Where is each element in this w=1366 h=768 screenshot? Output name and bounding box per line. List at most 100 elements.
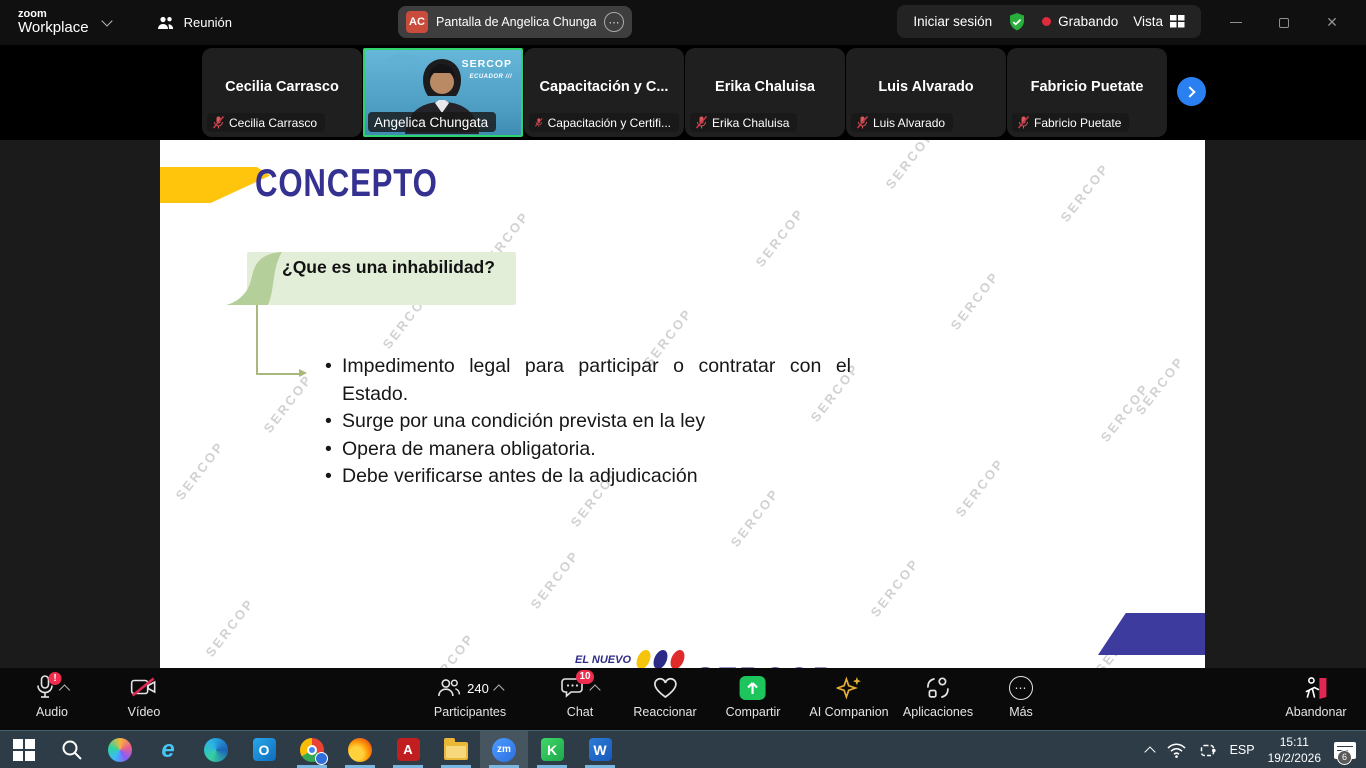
tile-label: Capacitación y Certifi... <box>529 113 679 132</box>
watermark: SERCOP <box>948 268 1003 332</box>
recording-dot-icon <box>1042 17 1051 26</box>
chat-unread-badge: 10 <box>576 670 594 684</box>
video-tile-erika[interactable]: Erika Chaluisa Erika Chaluisa <box>685 48 845 137</box>
tile-label-text: Cecilia Carrasco <box>229 116 317 130</box>
action-center-icon: 6 <box>1334 742 1356 759</box>
taskbar-search[interactable] <box>48 731 96 768</box>
word-icon: W <box>589 738 612 761</box>
video-button[interactable]: Vídeo <box>128 675 161 719</box>
tile-name: Fabricio Puetate <box>1007 79 1167 95</box>
stripe-yellow <box>634 650 653 668</box>
tile-label: Erika Chaluisa <box>690 113 797 132</box>
video-strip: Cecilia Carrasco Cecilia Carrasco SERCOP… <box>0 45 1366 140</box>
camera-indicator-icon[interactable] <box>1199 743 1217 758</box>
notification-count-badge: 6 <box>1337 750 1352 765</box>
audio-button[interactable]: ! Audio <box>36 675 69 719</box>
taskbar-zoom[interactable]: zm <box>480 731 528 768</box>
start-button[interactable] <box>0 731 48 768</box>
taskbar-word[interactable]: W <box>576 731 624 768</box>
footer-brand: SERCOP <box>695 661 835 668</box>
taskbar-file-explorer[interactable] <box>432 731 480 768</box>
audio-options-chevron-icon[interactable] <box>59 684 70 695</box>
ai-companion-button[interactable]: AI Companion <box>809 675 888 719</box>
tile-label: Cecilia Carrasco <box>207 113 325 132</box>
participants-icon <box>437 678 461 698</box>
chat-chevron-icon[interactable] <box>589 684 600 695</box>
chevron-down-icon[interactable] <box>101 15 112 26</box>
heart-icon <box>653 677 677 699</box>
footer-tagline: EL NUEVO <box>575 654 631 666</box>
watermark: SERCOP <box>728 485 783 549</box>
mic-muted-icon <box>213 116 224 129</box>
close-button[interactable]: ✕ <box>1308 0 1356 45</box>
more-options-icon[interactable]: ⋯ <box>604 12 624 32</box>
wifi-icon[interactable] <box>1167 743 1186 758</box>
sercop-footer-logo: EL NUEVO SERCOP <box>575 650 895 668</box>
windows-taskbar: e O A zm K W ESP <box>0 730 1366 768</box>
share-screen-icon <box>740 676 766 700</box>
video-tile-luis[interactable]: Luis Alvarado Luis Alvarado <box>846 48 1006 137</box>
recording-label: Grabando <box>1058 14 1118 29</box>
video-tile-capacitacion[interactable]: Capacitación y C... Capacitación y Certi… <box>524 48 684 137</box>
search-icon <box>61 739 83 761</box>
share-button[interactable]: Compartir <box>726 675 781 719</box>
taskbar-edge[interactable] <box>192 731 240 768</box>
video-tile-fabricio[interactable]: Fabricio Puetate Fabricio Puetate <box>1007 48 1167 137</box>
shared-screen-area: SERCOP SERCOP SERCOP SERCOP SERCOP SERCO… <box>0 140 1366 668</box>
taskbar-internet-explorer[interactable]: e <box>144 731 192 768</box>
tab-meeting-label: Reunión <box>184 15 232 30</box>
participants-button[interactable]: 240 Participantes <box>434 675 506 719</box>
clock-time: 15:11 <box>1268 734 1321 750</box>
slide-accent-shape <box>160 167 270 203</box>
react-button[interactable]: Reaccionar <box>633 675 696 719</box>
taskbar-chrome[interactable] <box>288 731 336 768</box>
meeting-title-pill[interactable]: AC Pantalla de Angelica Chungata ⋯ <box>398 6 632 38</box>
video-tile-cecilia[interactable]: Cecilia Carrasco Cecilia Carrasco <box>202 48 362 137</box>
participants-chevron-icon[interactable] <box>493 684 504 695</box>
watermark: SERCOP <box>203 595 258 659</box>
apps-button[interactable]: Aplicaciones <box>903 675 973 719</box>
view-label: Vista <box>1133 14 1163 29</box>
watermark: SERCOP <box>1058 160 1113 224</box>
ecuador-logo-text: ECUADOR /// <box>462 73 512 82</box>
watermark: SERCOP <box>261 371 316 435</box>
video-tile-angelica[interactable]: SERCOP ECUADOR /// Angelica Chungata <box>363 48 523 137</box>
connector-line <box>256 305 258 374</box>
leave-button[interactable]: Abandonar <box>1285 675 1346 719</box>
tile-label: Fabricio Puetate <box>1012 113 1129 132</box>
question-box: ¿Que es una inhabilidad? <box>220 252 516 305</box>
video-brand-overlay: SERCOP ECUADOR /// <box>462 57 512 82</box>
sign-in-button[interactable]: Iniciar sesión <box>913 14 992 29</box>
notifications-button[interactable]: 6 <box>1334 742 1356 759</box>
more-icon: ⋯ <box>1009 676 1033 700</box>
taskbar-clock[interactable]: 15:11 19/2/2026 <box>1268 734 1321 766</box>
language-indicator[interactable]: ESP <box>1230 743 1255 757</box>
zoom-app-icon: zm <box>492 738 516 762</box>
taskbar-acrobat[interactable]: A <box>384 731 432 768</box>
taskbar-outlook[interactable]: O <box>240 731 288 768</box>
ai-companion-label: AI Companion <box>809 705 888 719</box>
mic-muted-icon <box>1018 116 1029 129</box>
mic-muted-icon <box>857 116 868 129</box>
taskbar-k-app[interactable]: K <box>528 731 576 768</box>
minimize-button[interactable] <box>1212 0 1260 45</box>
tab-meeting[interactable]: Reunión <box>157 15 232 30</box>
tray-expand-button[interactable] <box>1146 748 1154 753</box>
more-button[interactable]: ⋯ Más <box>1009 675 1033 719</box>
next-participants-button[interactable] <box>1177 77 1206 106</box>
leave-label: Abandonar <box>1285 705 1346 719</box>
audio-label: Audio <box>36 705 68 719</box>
system-tray: ESP 15:11 19/2/2026 6 <box>1146 731 1360 768</box>
recording-indicator[interactable]: Grabando <box>1042 14 1118 29</box>
maximize-button[interactable] <box>1260 0 1308 45</box>
chrome-icon <box>300 738 324 762</box>
bullet-list: Impedimento legal para participar o cont… <box>323 353 851 491</box>
taskbar-firefox[interactable] <box>336 731 384 768</box>
chat-button[interactable]: 10 Chat <box>561 675 599 719</box>
file-explorer-icon <box>444 742 468 760</box>
taskbar-copilot[interactable] <box>96 731 144 768</box>
watermark: SERCOP <box>883 140 938 192</box>
clock-date: 19/2/2026 <box>1268 750 1321 766</box>
close-icon: ✕ <box>1326 14 1338 31</box>
view-button[interactable]: Vista <box>1133 14 1185 29</box>
